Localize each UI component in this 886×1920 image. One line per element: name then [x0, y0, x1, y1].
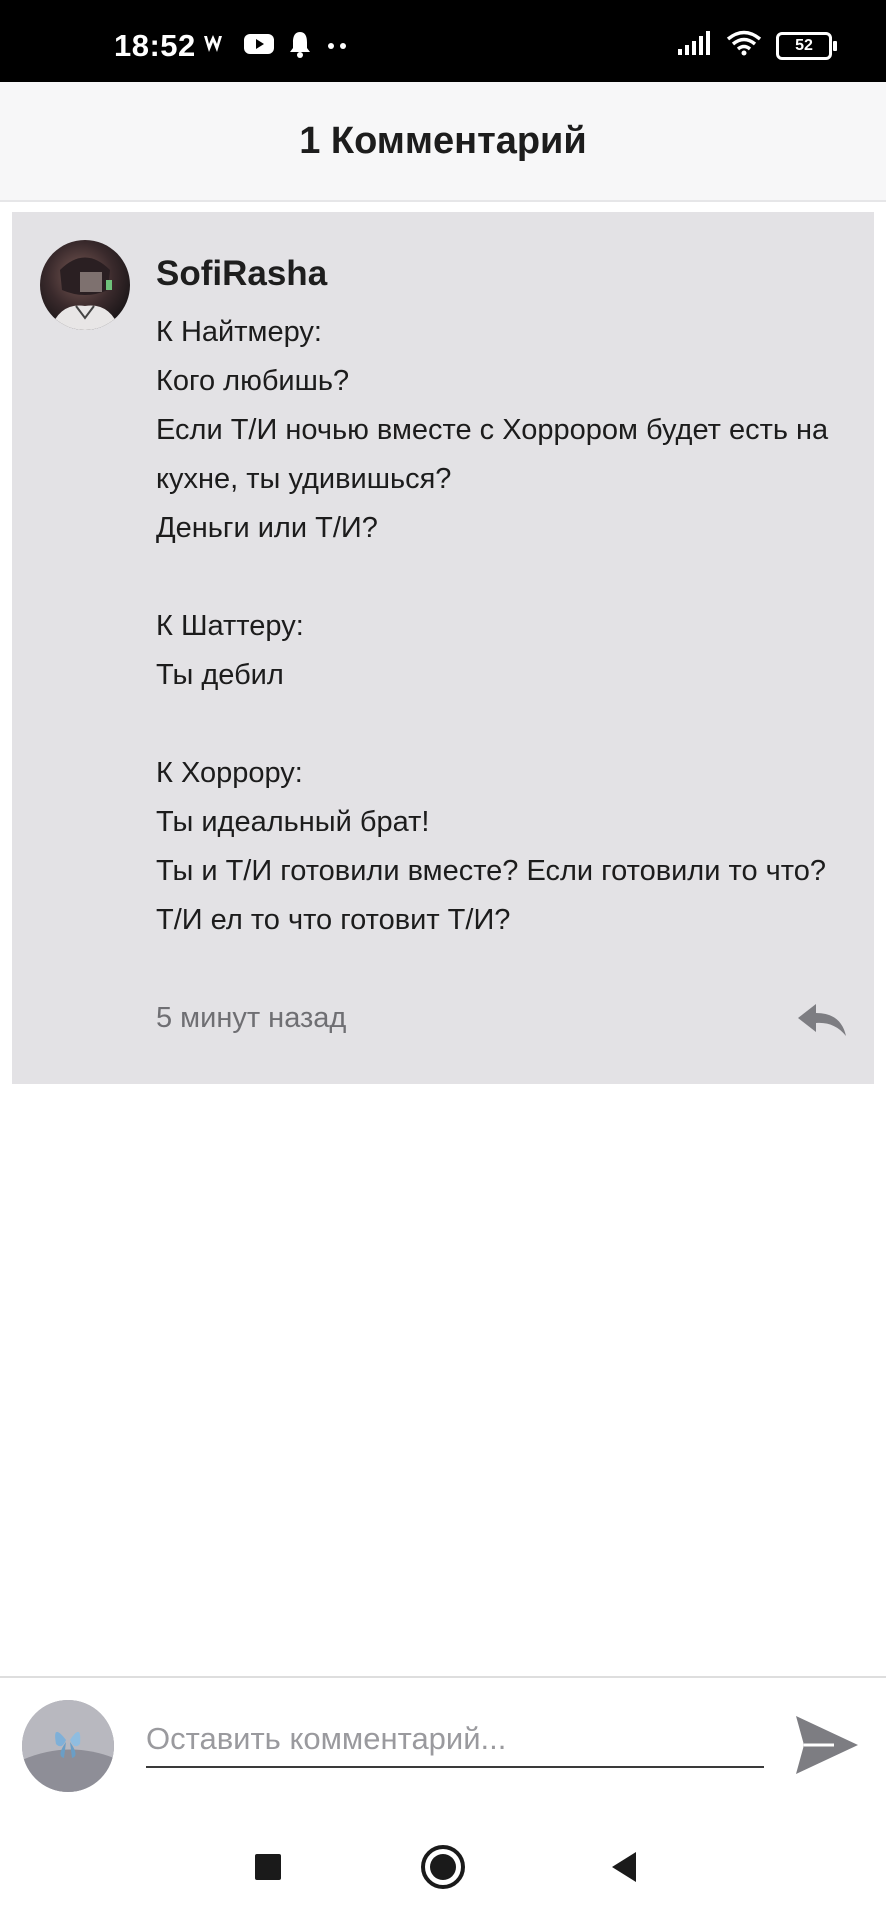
comment-author[interactable]: SofiRasha — [156, 254, 327, 294]
back-button[interactable] — [600, 1842, 650, 1892]
battery-icon: 52 — [776, 31, 837, 60]
comment-text: К Найтмеру: Кого любишь? Если Т/И ночью … — [156, 316, 829, 936]
youtube-icon — [244, 33, 274, 60]
back-triangle-icon — [612, 1852, 636, 1882]
comment-item: SofiRasha К Найтмеру: Кого любишь? Если … — [12, 212, 874, 1084]
system-nav-bar — [0, 1812, 886, 1920]
avatar[interactable] — [22, 1700, 114, 1792]
home-circle-icon — [421, 1845, 465, 1889]
status-system-icons: 52 — [678, 30, 837, 61]
status-time: 18:52 — [114, 28, 196, 63]
reply-icon[interactable] — [796, 1002, 848, 1038]
comment-input-bar — [0, 1676, 886, 1814]
wattpad-icon — [202, 32, 230, 61]
comment-timestamp: 5 минут назад — [156, 1002, 347, 1034]
home-button[interactable] — [418, 1842, 468, 1892]
recents-button[interactable] — [243, 1842, 293, 1892]
send-button[interactable] — [794, 1714, 860, 1776]
page-title: 1 Комментарий — [299, 119, 587, 162]
bell-icon — [288, 30, 312, 63]
avatar[interactable] — [40, 240, 130, 330]
status-bar: 18:52 52 — [0, 0, 886, 82]
more-dots-icon — [326, 38, 348, 56]
send-icon — [796, 1716, 858, 1774]
signal-icon — [678, 31, 712, 60]
recents-square-icon — [255, 1854, 281, 1880]
status-notification-icons — [202, 30, 348, 63]
comments-header: 1 Комментарий — [0, 82, 886, 202]
comment-input[interactable] — [146, 1712, 764, 1768]
wifi-icon — [726, 30, 762, 61]
